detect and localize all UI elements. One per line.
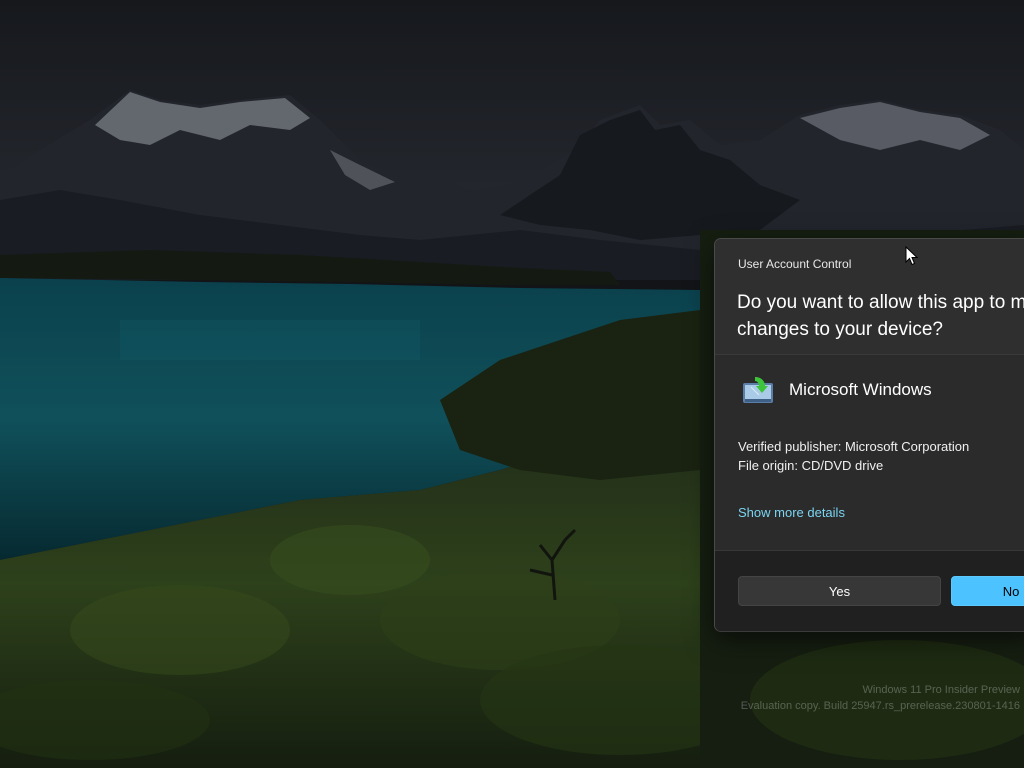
windows-installer-icon xyxy=(743,377,773,403)
uac-body: Microsoft Windows Verified publisher: Mi… xyxy=(715,355,1024,550)
yes-button[interactable]: Yes xyxy=(738,576,941,606)
file-origin: File origin: CD/DVD drive xyxy=(738,458,884,473)
show-more-details-link[interactable]: Show more details xyxy=(738,505,845,520)
app-name: Microsoft Windows xyxy=(789,380,932,399)
app-row: Microsoft Windows xyxy=(741,375,932,405)
publisher-info: Verified publisher: Microsoft Corporatio… xyxy=(738,437,969,475)
arrow-cursor-icon xyxy=(905,246,919,266)
no-button[interactable]: No xyxy=(951,576,1024,606)
uac-question-line2: changes to your device? xyxy=(737,319,943,340)
uac-question: Do you want to allow this app to make ch… xyxy=(737,289,1024,343)
watermark-edition: Windows 11 Pro Insider Preview xyxy=(862,684,1020,696)
desktop: Windows 11 Pro Insider Preview Evaluatio… xyxy=(0,0,1024,768)
uac-footer: Yes No xyxy=(715,550,1024,631)
uac-title: User Account Control xyxy=(738,257,852,271)
windows-watermark: Windows 11 Pro Insider Preview Evaluatio… xyxy=(741,682,1020,714)
watermark-build: Evaluation copy. Build 25947.rs_prerelea… xyxy=(740,700,1020,712)
verified-publisher: Verified publisher: Microsoft Corporatio… xyxy=(738,439,970,454)
uac-dialog: User Account Control Do you want to allo… xyxy=(714,238,1024,632)
uac-header: User Account Control Do you want to allo… xyxy=(715,239,1024,355)
uac-question-line1: Do you want to allow this app to make xyxy=(737,292,1024,313)
